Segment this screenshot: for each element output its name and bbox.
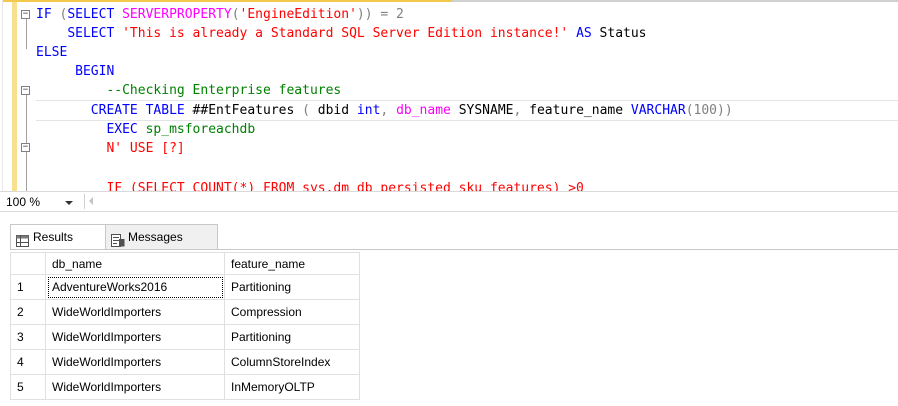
row-number[interactable]: 3 <box>10 324 46 350</box>
code-line-4: BEGIN <box>36 62 898 81</box>
code-token: BEGIN <box>75 64 115 79</box>
code-token: sp_msforeachdb <box>145 122 256 137</box>
cell-db-name[interactable]: WideWorldImporters <box>45 349 225 375</box>
tab-results-label: Results <box>33 230 74 244</box>
code-line-7: EXEC sp_msforeachdb <box>36 120 898 139</box>
code-token: , <box>513 103 522 118</box>
code-line-6: CREATE TABLE ##EntFeatures ( dbid int, d… <box>36 100 898 121</box>
code-token: AS <box>576 26 592 41</box>
tab-messages[interactable]: Messages <box>106 224 218 250</box>
grid-header-row: db_name feature_name <box>10 252 360 275</box>
collapse-box-icon[interactable]: − <box>21 143 30 152</box>
cell-db-name[interactable]: AdventureWorks2016 <box>45 274 225 300</box>
code-token: 'EngineEdition' <box>239 7 357 22</box>
fold-guide-line <box>26 19 27 49</box>
code-line-2: SELECT 'This is already a Standard SQL S… <box>36 24 898 43</box>
code-token: ##EntFeatures <box>192 103 295 118</box>
code-token: )) = 2 <box>356 7 404 22</box>
code-token: IF (SELECT COUNT(*) FROM sys.dm_db_persi… <box>106 181 584 191</box>
tab-results[interactable]: Results <box>10 224 106 250</box>
zoom-bar: 100 % <box>0 191 898 212</box>
table-row: 4 WideWorldImporters ColumnStoreIndex <box>10 349 360 375</box>
row-number[interactable]: 1 <box>10 274 46 300</box>
editor-margin <box>0 0 3 191</box>
results-panel: Results Messages db_name feature_name 1 … <box>0 212 898 406</box>
code-token: --Checking Enterprise features <box>106 83 342 98</box>
cell-feature-name[interactable]: Partitioning <box>224 324 360 350</box>
code-token: 'This is already a Standard SQL Server E… <box>122 26 569 41</box>
row-number[interactable]: 4 <box>10 349 46 375</box>
change-tracking-bar <box>12 2 17 191</box>
cell-db-name[interactable]: WideWorldImporters <box>45 374 225 400</box>
tab-strip-divider <box>10 249 898 250</box>
cell-feature-name[interactable]: Partitioning <box>224 274 360 300</box>
code-token: SYSNAME <box>458 103 514 118</box>
sql-editor[interactable]: − − − IF (SELECT SERVERPROPERTY('EngineE… <box>0 0 898 191</box>
editor-top-border-right <box>452 0 898 2</box>
code-token: N' USE [?] <box>106 141 185 156</box>
grid-icon <box>16 231 29 247</box>
table-row: 3 WideWorldImporters Partitioning <box>10 324 360 350</box>
table-row: 2 WideWorldImporters Compression <box>10 299 360 325</box>
code-line-1: IF (SELECT SERVERPROPERTY('EngineEdition… <box>36 5 898 24</box>
code-line-9: IF (SELECT COUNT(*) FROM sys.dm_db_persi… <box>36 179 898 191</box>
code-token: ( <box>302 103 310 118</box>
code-line-8: N' USE [?] <box>36 139 898 158</box>
code-token: VARCHAR <box>630 103 686 118</box>
code-token: , <box>380 103 389 118</box>
code-token: ( <box>231 7 240 22</box>
code-token: IF <box>36 7 52 22</box>
code-token: CREATE TABLE <box>90 103 185 118</box>
code-token: EXEC <box>106 122 138 137</box>
scroll-left-arrow-icon[interactable] <box>84 194 99 209</box>
code-token: db_name <box>396 103 451 118</box>
code-token: SELECT <box>67 7 115 22</box>
code-token: ( <box>51 7 68 22</box>
code-token: ELSE <box>36 45 68 60</box>
zoom-level[interactable]: 100 % <box>6 195 40 209</box>
results-grid: db_name feature_name 1 AdventureWorks201… <box>10 252 360 400</box>
code-token: dbid <box>317 103 350 118</box>
code-token: Status <box>599 26 647 41</box>
cell-feature-name[interactable]: Compression <box>224 299 360 325</box>
code-line-5: --Checking Enterprise features <box>36 81 898 100</box>
collapse-box-icon[interactable]: − <box>21 10 30 19</box>
messages-icon <box>111 231 125 247</box>
code-token: SERVERPROPERTY <box>122 7 232 22</box>
table-row: 1 AdventureWorks2016 Partitioning <box>10 274 360 300</box>
cell-db-name[interactable]: WideWorldImporters <box>45 299 225 325</box>
chevron-down-icon[interactable] <box>60 196 78 209</box>
code-token: (100)) <box>685 103 733 118</box>
table-row: 5 WideWorldImporters InMemoryOLTP <box>10 374 360 400</box>
code-token: SELECT <box>67 26 115 41</box>
code-line-3: ELSE <box>36 43 898 62</box>
tab-messages-label: Messages <box>128 230 183 244</box>
row-number[interactable]: 5 <box>10 374 46 400</box>
cell-feature-name[interactable]: ColumnStoreIndex <box>224 349 360 375</box>
row-number-header[interactable] <box>10 252 46 275</box>
column-header-feature-name[interactable]: feature_name <box>224 252 360 275</box>
cell-feature-name[interactable]: InMemoryOLTP <box>224 374 360 400</box>
code-token: feature_name <box>529 103 624 118</box>
code-token: int <box>356 103 381 118</box>
collapse-box-icon[interactable]: − <box>21 86 30 95</box>
row-number[interactable]: 2 <box>10 299 46 325</box>
cell-db-name[interactable]: WideWorldImporters <box>45 324 225 350</box>
column-header-db-name[interactable]: db_name <box>45 252 225 275</box>
fold-guide-line <box>26 95 27 145</box>
fold-guide-line <box>26 152 27 191</box>
